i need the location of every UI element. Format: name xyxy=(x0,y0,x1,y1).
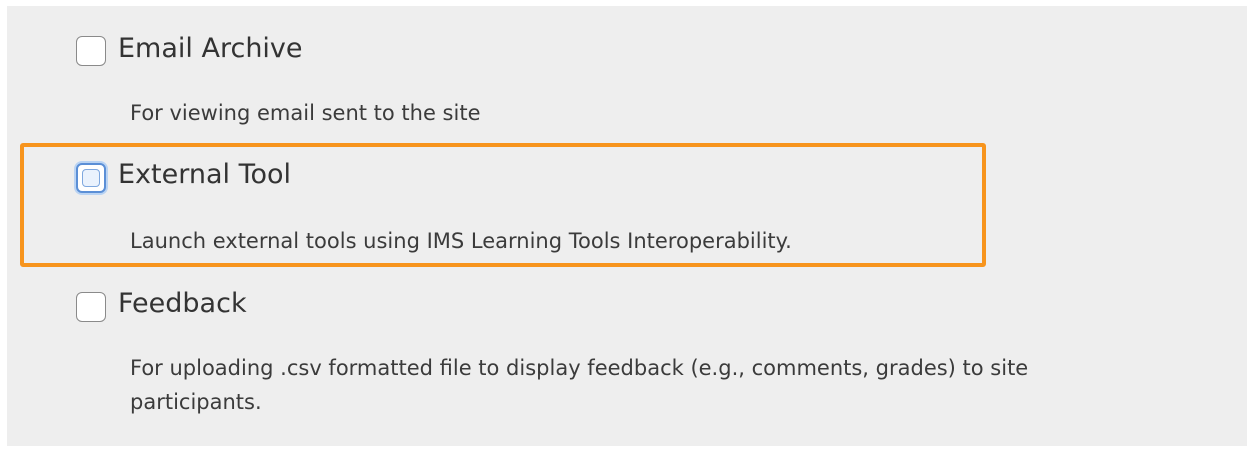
feedback-checkbox[interactable] xyxy=(76,292,106,322)
tool-name: Email Archive xyxy=(118,33,303,64)
tool-description: Launch external tools using IMS Learning… xyxy=(130,229,792,253)
tool-description: For viewing email sent to the site xyxy=(130,101,481,125)
tools-panel: Email Archive For viewing email sent to … xyxy=(7,6,1247,446)
email-archive-checkbox[interactable] xyxy=(76,36,106,66)
tool-description: For uploading .csv formatted file to dis… xyxy=(130,356,1029,414)
tool-name: External Tool xyxy=(118,159,292,190)
tool-name: Feedback xyxy=(118,288,247,319)
external-tool-checkbox[interactable] xyxy=(76,163,106,193)
